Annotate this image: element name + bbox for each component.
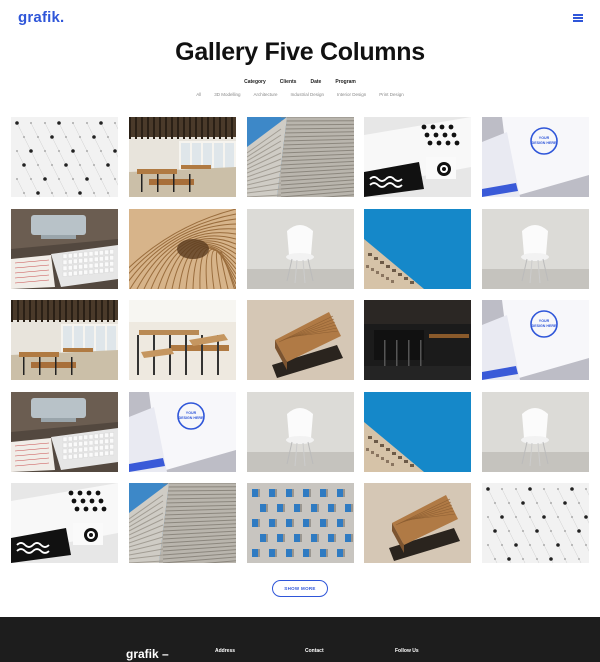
gallery-item-keyboard-desk[interactable] bbox=[11, 392, 118, 472]
business-card-image: YOURDESIGN HERE bbox=[482, 117, 589, 197]
gallery-item-business-card[interactable]: YOUR DESIGN HERE bbox=[482, 117, 589, 197]
gallery-item-dark-interior[interactable] bbox=[364, 300, 471, 380]
white-chair-image bbox=[247, 392, 354, 472]
filter-tags: All 3D Modelling Architecture Industrial… bbox=[0, 92, 600, 97]
svg-text:DESIGN HERE: DESIGN HERE bbox=[532, 324, 557, 328]
filter-tag-architecture[interactable]: Architecture bbox=[253, 92, 277, 97]
header: grafik. bbox=[0, 0, 600, 36]
svg-text:YOUR: YOUR bbox=[186, 411, 197, 415]
white-chair-image bbox=[482, 392, 589, 472]
gallery-item-dots-pattern[interactable] bbox=[482, 483, 589, 563]
logo[interactable]: grafik. bbox=[18, 9, 64, 26]
gallery-item-building-stripes[interactable] bbox=[247, 117, 354, 197]
hamburger-menu-icon[interactable] bbox=[573, 14, 583, 22]
building-windows-image bbox=[247, 483, 354, 563]
restaurant-chairs-image bbox=[129, 300, 236, 380]
business-card-image: YOURDESIGN HERE bbox=[129, 392, 236, 472]
filter-group-category[interactable]: Category bbox=[244, 79, 266, 85]
building-stripes-image bbox=[129, 483, 236, 563]
restaurant-image bbox=[11, 300, 118, 380]
gallery-item-white-chair[interactable] bbox=[247, 209, 354, 289]
gallery-item-wood-curves[interactable] bbox=[129, 209, 236, 289]
footer-heading-address: Address bbox=[215, 648, 236, 654]
white-chair-image bbox=[247, 209, 354, 289]
filter-groups: Category Clients Date Program bbox=[0, 79, 600, 85]
business-card-image: YOURDESIGN HERE bbox=[482, 300, 589, 380]
gallery-item-blue-sky-building[interactable] bbox=[364, 392, 471, 472]
blue-sky-building-image bbox=[364, 392, 471, 472]
filter-tag-all[interactable]: All bbox=[196, 92, 201, 97]
white-chair-image bbox=[482, 209, 589, 289]
page-title: Gallery Five Columns bbox=[175, 38, 425, 66]
show-more-button[interactable]: SHOW MORE bbox=[272, 580, 328, 597]
dots-pattern-image bbox=[11, 117, 118, 197]
restaurant-image bbox=[129, 117, 236, 197]
cards-dots-image bbox=[11, 483, 118, 563]
filter-tag-interior-design[interactable]: Interior Design bbox=[337, 92, 366, 97]
gallery-item-wood-blocks[interactable] bbox=[247, 300, 354, 380]
footer-heading-contact: Contact bbox=[305, 648, 324, 654]
dark-interior-image bbox=[364, 300, 471, 380]
gallery-item-restaurant-chairs[interactable] bbox=[129, 300, 236, 380]
dots-pattern-image bbox=[482, 483, 589, 563]
footer: grafik – Address Contact Follow Us bbox=[0, 617, 600, 662]
gallery-item-dots-pattern[interactable] bbox=[11, 117, 118, 197]
footer-heading-follow: Follow Us bbox=[395, 648, 419, 654]
gallery-item-white-chair[interactable] bbox=[482, 392, 589, 472]
gallery-item-cards-dots[interactable] bbox=[364, 117, 471, 197]
gallery-item-cards-dots[interactable] bbox=[11, 483, 118, 563]
gallery-item-business-card[interactable]: YOUR DESIGN HERE bbox=[482, 300, 589, 380]
gallery-item-keyboard-desk[interactable] bbox=[11, 209, 118, 289]
wood-blocks-image bbox=[364, 483, 471, 563]
keyboard-desk-image bbox=[11, 209, 118, 289]
blue-sky-building-image bbox=[364, 209, 471, 289]
filter-group-program[interactable]: Program bbox=[335, 79, 356, 85]
gallery-item-building-windows[interactable] bbox=[247, 483, 354, 563]
keyboard-desk-image bbox=[11, 392, 118, 472]
gallery-item-restaurant[interactable] bbox=[129, 117, 236, 197]
filter-group-date[interactable]: Date bbox=[310, 79, 321, 85]
filter-tag-3d-modelling[interactable]: 3D Modelling bbox=[214, 92, 240, 97]
gallery-item-building-stripes[interactable] bbox=[129, 483, 236, 563]
svg-text:DESIGN HERE: DESIGN HERE bbox=[179, 416, 204, 420]
gallery-item-wood-blocks[interactable] bbox=[364, 483, 471, 563]
footer-brand: grafik – bbox=[126, 647, 169, 661]
cards-dots-image bbox=[364, 117, 471, 197]
gallery-item-restaurant[interactable] bbox=[11, 300, 118, 380]
gallery-item-blue-sky-building[interactable] bbox=[364, 209, 471, 289]
gallery-item-business-card[interactable]: YOUR DESIGN HERE bbox=[129, 392, 236, 472]
filter-group-clients[interactable]: Clients bbox=[280, 79, 297, 85]
svg-text:DESIGN HERE: DESIGN HERE bbox=[532, 141, 557, 145]
filter-tag-print-design[interactable]: Print Design bbox=[379, 92, 404, 97]
gallery-item-white-chair[interactable] bbox=[482, 209, 589, 289]
gallery-grid: YOUR DESIGN HERE YOUR DESIGN HERE YOUR DESIGN… bbox=[11, 117, 589, 563]
wood-blocks-image bbox=[247, 300, 354, 380]
filter-tag-industrial-design[interactable]: Industrial Design bbox=[290, 92, 324, 97]
svg-text:YOUR: YOUR bbox=[539, 136, 550, 140]
svg-text:YOUR: YOUR bbox=[539, 319, 550, 323]
gallery-item-white-chair[interactable] bbox=[247, 392, 354, 472]
building-stripes-image bbox=[247, 117, 354, 197]
wood-curves-image bbox=[129, 209, 236, 289]
